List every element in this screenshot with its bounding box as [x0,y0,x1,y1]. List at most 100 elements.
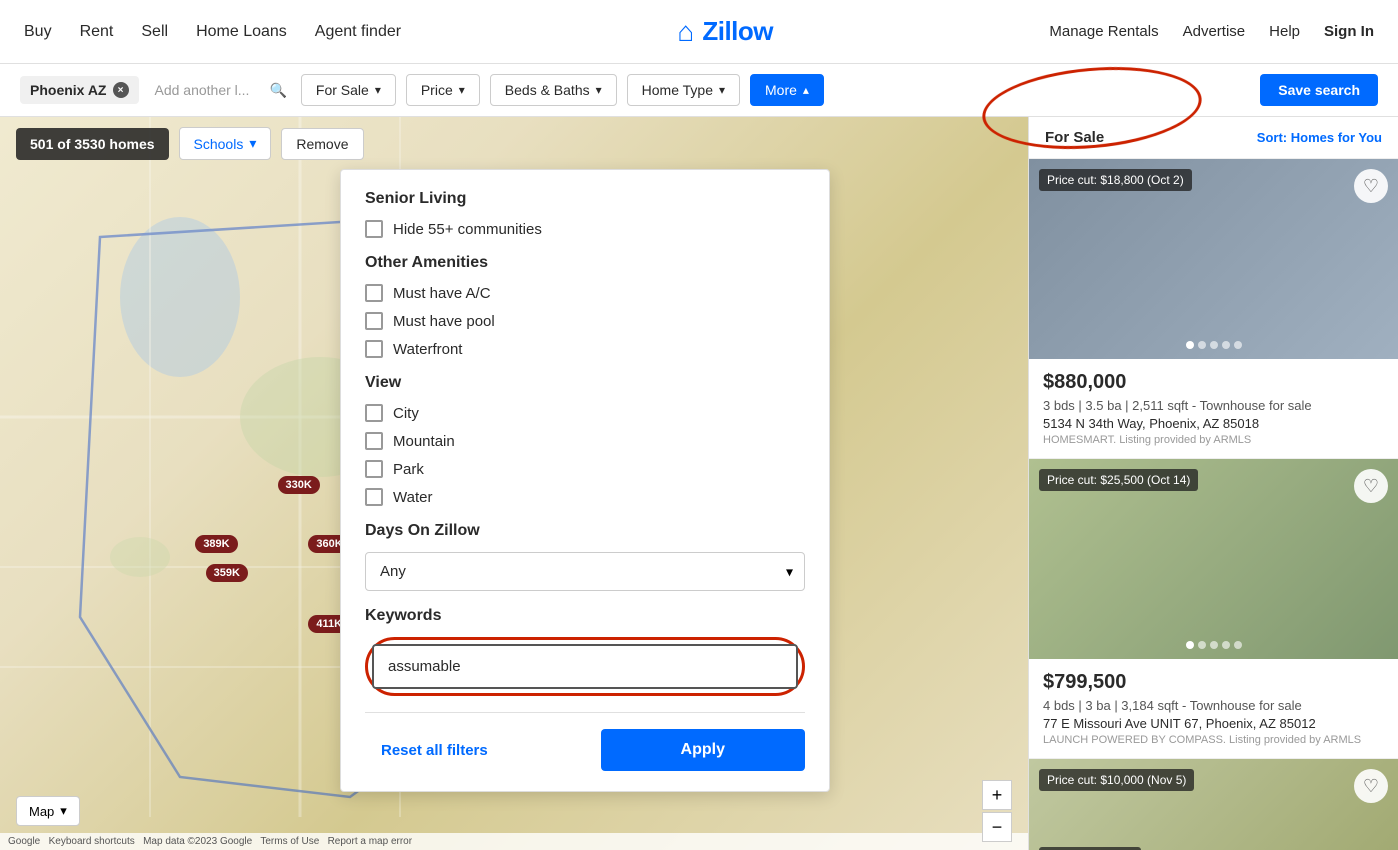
listing-image: Price cut: $18,800 (Oct 2) ♡ [1029,159,1398,359]
mountain-view-row[interactable]: Mountain [365,432,805,450]
must-have-ac-row[interactable]: Must have A/C [365,284,805,302]
chevron-up-icon: ▴ [803,83,809,97]
location-text: Phoenix AZ [30,82,107,98]
hide-55-checkbox-row[interactable]: Hide 55+ communities [365,220,805,238]
save-listing-button[interactable]: ♡ [1354,169,1388,203]
days-select-wrapper: Any 1 day 7 days 14 days 30 days 90 days… [365,552,805,591]
nav-right-links: Manage Rentals Advertise Help Sign In [1049,23,1374,40]
dot [1234,641,1242,649]
homes-count-badge: 501 of 3530 homes [16,128,169,160]
nav-help[interactable]: Help [1269,23,1300,40]
price-cut-badge: Price cut: $18,800 (Oct 2) [1039,169,1192,191]
waterfront-row[interactable]: Waterfront [365,340,805,358]
nav-sign-in[interactable]: Sign In [1324,23,1374,40]
nav-agent-finder[interactable]: Agent finder [315,23,401,41]
must-have-pool-label: Must have pool [393,313,495,330]
senior-living-section: Senior Living Hide 55+ communities [365,190,805,238]
listings-title: For Sale [1045,129,1104,146]
dropdown-footer: Reset all filters Apply [365,712,805,791]
view-section: View City Mountain Park Water [365,374,805,506]
mountain-view-checkbox[interactable] [365,432,383,450]
other-amenities-section: Other Amenities Must have A/C Must have … [365,254,805,358]
water-view-label: Water [393,489,432,506]
days-on-zillow-title: Days On Zillow [365,522,805,540]
save-listing-button[interactable]: ♡ [1354,769,1388,803]
park-view-row[interactable]: Park [365,460,805,478]
zoom-in-button[interactable]: + [982,780,1012,810]
must-have-ac-checkbox[interactable] [365,284,383,302]
city-view-checkbox[interactable] [365,404,383,422]
listing-address: 77 E Missouri Ave UNIT 67, Phoenix, AZ 8… [1043,716,1384,731]
dot [1198,641,1206,649]
beds-baths-filter[interactable]: Beds & Baths ▾ [490,74,617,106]
mountain-view-label: Mountain [393,433,455,450]
listings-panel: For Sale Sort: Homes for You Price cut: … [1028,117,1398,850]
listing-address: 5134 N 34th Way, Phoenix, AZ 85018 [1043,416,1384,431]
image-dots [1186,341,1242,349]
days-select[interactable]: Any 1 day 7 days 14 days 30 days 90 days… [365,552,805,591]
listing-info: $880,000 3 bds | 3.5 ba | 2,511 sqft - T… [1029,359,1398,458]
hide-55-checkbox[interactable] [365,220,383,238]
city-view-label: City [393,405,419,422]
dot [1186,641,1194,649]
chevron-down-icon: ▾ [60,803,67,819]
logo[interactable]: ⌂ Zillow [677,16,773,48]
city-view-row[interactable]: City [365,404,805,422]
main-content: 501 of 3530 homes Schools ▾ Remove 840K … [0,117,1398,850]
save-listing-button[interactable]: ♡ [1354,469,1388,503]
water-view-checkbox[interactable] [365,488,383,506]
remove-location-button[interactable]: × [113,82,129,98]
apply-button[interactable]: Apply [601,729,805,771]
listing-info: $799,500 4 bds | 3 ba | 3,184 sqft - Tow… [1029,659,1398,758]
water-view-row[interactable]: Water [365,488,805,506]
add-location-input[interactable]: Add another l... [149,76,256,104]
save-search-button[interactable]: Save search [1260,74,1378,106]
price-cut-badge: Price cut: $25,500 (Oct 14) [1039,469,1198,491]
for-sale-filter[interactable]: For Sale ▾ [301,74,396,106]
nav-advertise[interactable]: Advertise [1183,23,1246,40]
must-have-pool-checkbox[interactable] [365,312,383,330]
dot [1186,341,1194,349]
keywords-input[interactable] [372,644,798,689]
nav-home-loans[interactable]: Home Loans [196,23,287,41]
nav-manage-rentals[interactable]: Manage Rentals [1049,23,1158,40]
search-icon[interactable]: 🔍 [265,78,290,103]
dot [1234,341,1242,349]
nav-buy[interactable]: Buy [24,23,52,41]
view-title: View [365,374,805,392]
price-filter[interactable]: Price ▾ [406,74,480,106]
schools-button[interactable]: Schools ▾ [179,127,272,160]
map-container[interactable]: 501 of 3530 homes Schools ▾ Remove 840K … [0,117,1028,850]
price-cut-badge: Price cut: $10,000 (Nov 5) [1039,769,1194,791]
image-dots [1186,641,1242,649]
must-have-pool-row[interactable]: Must have pool [365,312,805,330]
zoom-out-button[interactable]: − [982,812,1012,842]
park-view-checkbox[interactable] [365,460,383,478]
listing-details: 3 bds | 3.5 ba | 2,511 sqft - Townhouse … [1043,398,1384,413]
listing-price: $799,500 [1043,671,1384,694]
listings-header: For Sale Sort: Homes for You [1029,117,1398,159]
remove-button[interactable]: Remove [281,128,363,160]
dot [1210,641,1218,649]
more-filter-button[interactable]: More ▴ [750,74,824,106]
waterfront-checkbox[interactable] [365,340,383,358]
logo-text: Zillow [702,16,773,47]
nav-left-links: Buy Rent Sell Home Loans Agent finder [24,23,401,41]
keywords-highlight [365,637,805,696]
nav-rent[interactable]: Rent [80,23,114,41]
chevron-down-icon: ▾ [459,83,465,97]
days-on-zillow-section: Days On Zillow Any 1 day 7 days 14 days … [365,522,805,591]
chevron-down-icon: ▾ [719,83,725,97]
map-type-button[interactable]: Map ▾ [16,796,80,826]
listing-price: $880,000 [1043,371,1384,394]
reset-filters-button[interactable]: Reset all filters [365,732,504,769]
dot [1222,341,1230,349]
search-bar: Phoenix AZ × Add another l... 🔍 For Sale… [0,64,1398,117]
nav-sell[interactable]: Sell [141,23,168,41]
sort-button[interactable]: Sort: Homes for You [1257,130,1382,145]
home-type-filter[interactable]: Home Type ▾ [627,74,740,106]
listing-card: Price cut: $18,800 (Oct 2) ♡ $880,000 3 … [1029,159,1398,459]
map-type-label: Map [29,804,54,819]
listing-details: 4 bds | 3 ba | 3,184 sqft - Townhouse fo… [1043,698,1384,713]
must-have-ac-label: Must have A/C [393,285,491,302]
